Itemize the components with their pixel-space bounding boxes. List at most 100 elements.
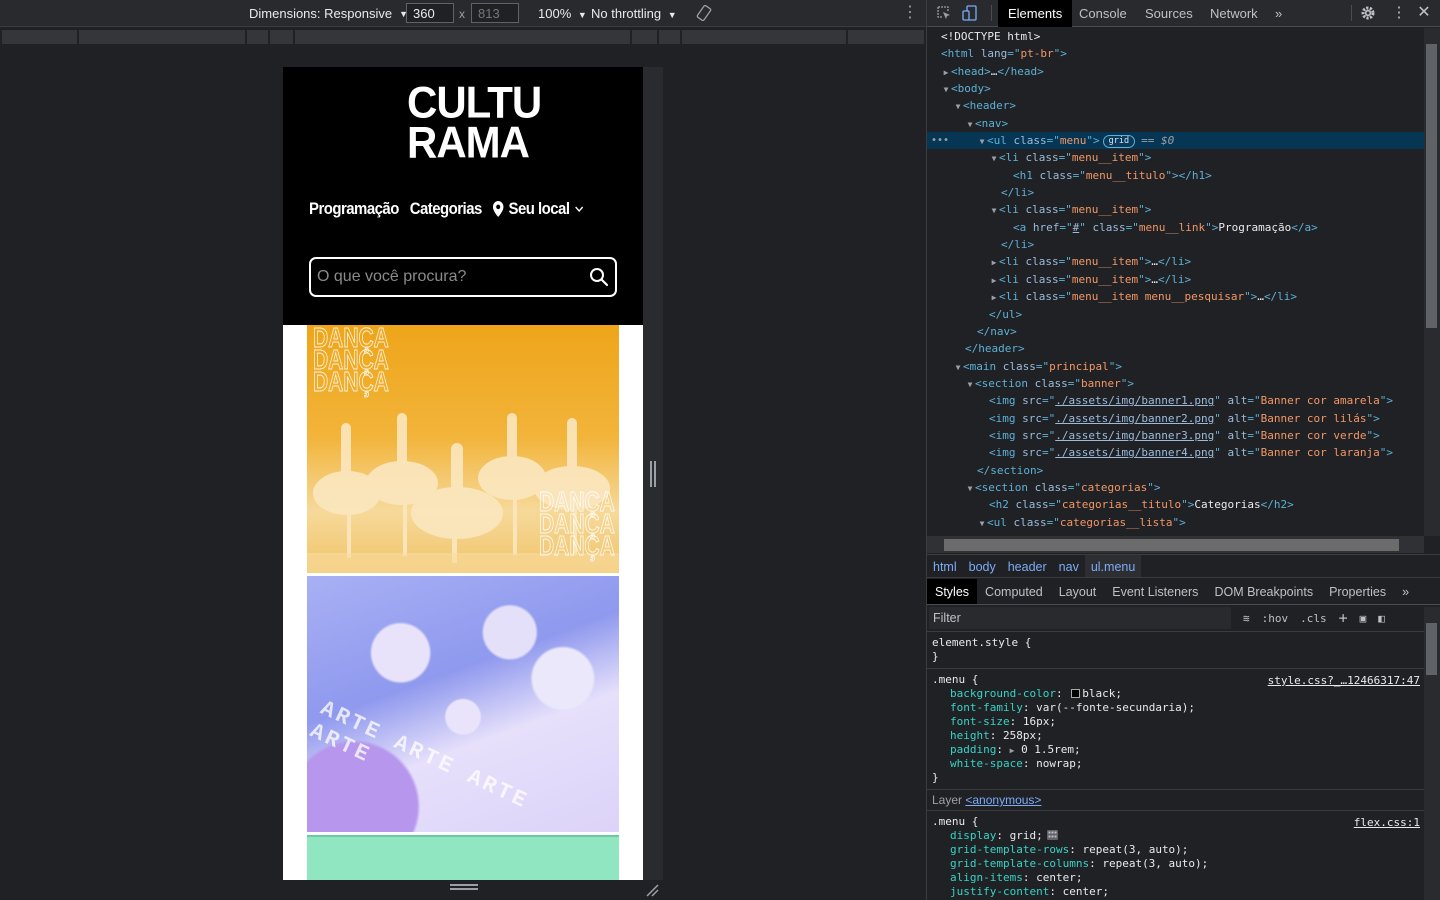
search-input[interactable] (317, 268, 589, 286)
rule-source-link[interactable]: style.css?_…12466317:47 (1268, 674, 1420, 687)
expand-arrow-icon[interactable]: ▶ (989, 272, 999, 289)
subtab-computed[interactable]: Computed (977, 579, 1051, 604)
css-property[interactable]: align-items: center; (932, 871, 1419, 885)
dom-node-section-banner[interactable]: ▼ <section class="banner"> (927, 375, 1424, 392)
width-input[interactable] (406, 3, 454, 23)
media-query-segment[interactable] (295, 30, 630, 44)
dom-tree-horizontal-scrollbar[interactable] (927, 536, 1424, 553)
collapse-arrow-icon[interactable]: ▼ (953, 98, 963, 115)
rule-source-link[interactable]: flex.css:1 (1354, 816, 1420, 829)
media-query-segment[interactable] (658, 30, 681, 44)
breadcrumb-body[interactable]: body (963, 555, 1002, 577)
dom-node-li[interactable]: ▶ <li class="menu__item">…</li> (927, 271, 1424, 288)
dimensions-dropdown[interactable]: Dimensions: Responsive ▼ (249, 6, 408, 21)
dom-node-img[interactable]: <img src="./assets/img/banner3.png" alt=… (927, 427, 1424, 444)
menu-link-programacao[interactable]: Programação (309, 199, 399, 219)
expand-arrow-icon[interactable]: ▶ (1010, 746, 1015, 755)
menu-link-categorias[interactable]: Categorias (410, 199, 483, 219)
resize-handle-right[interactable] (650, 461, 656, 487)
paint-bucket-icon[interactable]: ▣ (1360, 612, 1367, 625)
media-query-segment[interactable] (246, 30, 269, 44)
settings-gear-icon[interactable] (1360, 5, 1376, 21)
collapse-arrow-icon[interactable]: ▼ (941, 81, 951, 98)
dom-node-main[interactable]: ▼ <main class="principal"> (927, 358, 1424, 375)
dom-node-head[interactable]: ▶ <head>…</head> (927, 63, 1424, 80)
media-query-segment[interactable] (270, 30, 294, 44)
dom-node-li[interactable]: ▼ <li class="menu__item"> (927, 201, 1424, 218)
throttling-dropdown[interactable]: No throttling ▼ (591, 6, 677, 21)
element-style-rule[interactable]: element.style { } (927, 632, 1424, 669)
hov-toggle[interactable]: :hov (1262, 612, 1289, 625)
collapse-arrow-icon[interactable]: ▼ (977, 133, 987, 150)
dom-node-li-pesquisar[interactable]: ▶ <li class="menu__item menu__pesquisar">… (927, 288, 1424, 305)
dom-node-li[interactable]: ▼ <li class="menu__item"> (927, 149, 1424, 166)
css-property[interactable]: display: grid; (932, 829, 1419, 843)
dom-tree[interactable]: <!DOCTYPE html> <html lang="pt-br"> ▶ <he… (927, 28, 1424, 536)
media-query-bar[interactable] (0, 28, 926, 46)
resize-handle-bottom[interactable] (450, 884, 478, 892)
dom-node-nav[interactable]: ▼ <nav> (927, 115, 1424, 132)
collapse-arrow-icon[interactable]: ▼ (965, 480, 975, 497)
collapse-arrow-icon[interactable]: ▼ (953, 359, 963, 376)
breadcrumb-header[interactable]: header (1002, 555, 1053, 577)
dom-node-body[interactable]: ▼ <body> (927, 80, 1424, 97)
breadcrumb-ul-menu[interactable]: ul.menu (1084, 555, 1142, 577)
subtab-styles[interactable]: Styles (927, 579, 978, 604)
expand-arrow-icon[interactable]: ▶ (989, 289, 999, 306)
tab-console[interactable]: Console (1069, 0, 1137, 27)
media-query-segment[interactable] (79, 30, 245, 44)
css-property[interactable]: height: 258px; (932, 729, 1419, 743)
layer-link[interactable]: <anonymous> (965, 793, 1041, 807)
dom-node-ul-categorias[interactable]: ▼ <ul class="categorias__lista"> (927, 514, 1424, 531)
dom-node-img[interactable]: <img src="./assets/img/banner2.png" alt=… (927, 410, 1424, 427)
grid-badge[interactable]: grid (1102, 134, 1136, 148)
dom-node-li-close[interactable]: </li> (927, 236, 1424, 253)
toggle-visibility-icon[interactable]: ≋ (1243, 612, 1250, 625)
search-icon[interactable] (589, 267, 609, 287)
dom-node-doctype[interactable]: <!DOCTYPE html> (927, 28, 1424, 45)
expand-arrow-icon[interactable]: ▶ (989, 254, 999, 271)
more-subtabs-button[interactable]: » (1394, 579, 1417, 604)
color-swatch[interactable] (1071, 689, 1081, 698)
breadcrumb-nav[interactable]: nav (1053, 555, 1085, 577)
new-style-rule-icon[interactable]: + (1339, 609, 1348, 627)
toggle-sidebar-icon[interactable]: ◧ (1378, 612, 1385, 625)
more-options-icon[interactable]: ⋮ (902, 5, 918, 21)
dom-node-ul-close[interactable]: </ul> (927, 306, 1424, 323)
subtab-layout[interactable]: Layout (1051, 579, 1105, 604)
css-rule-menu-flex[interactable]: .menu { flex.css:1 display: grid; grid-t… (927, 811, 1424, 900)
device-toolbar-icon[interactable] (962, 5, 978, 21)
dom-tree-vertical-scrollbar[interactable] (1424, 28, 1440, 536)
node-actions-icon[interactable]: ••• (931, 132, 949, 149)
expand-arrow-icon[interactable]: ▶ (941, 64, 951, 81)
tab-elements[interactable]: Elements (998, 0, 1073, 27)
tab-sources[interactable]: Sources (1135, 0, 1203, 27)
dom-node-header[interactable]: ▼ <header> (927, 97, 1424, 114)
subtab-properties[interactable]: Properties (1321, 579, 1394, 604)
inspect-element-icon[interactable] (936, 5, 952, 21)
dom-node-li[interactable]: ▶ <li class="menu__item">…</li> (927, 253, 1424, 270)
media-query-segment[interactable] (682, 30, 847, 44)
collapse-arrow-icon[interactable]: ▼ (965, 376, 975, 393)
dom-node-img[interactable]: <img src="./assets/img/banner4.png" alt=… (927, 444, 1424, 461)
styles-vertical-scrollbar[interactable] (1424, 607, 1440, 900)
collapse-arrow-icon[interactable]: ▼ (989, 202, 999, 219)
css-property[interactable]: background-color: black; (932, 687, 1419, 701)
cls-toggle[interactable]: .cls (1300, 612, 1327, 625)
dom-node-h1[interactable]: <h1 class="menu__titulo"></h1> (927, 167, 1424, 184)
css-property[interactable]: font-family: var(--fonte-secundaria); (932, 701, 1419, 715)
dom-node-header-close[interactable]: </header> (927, 340, 1424, 357)
collapse-arrow-icon[interactable]: ▼ (965, 116, 975, 133)
menu-local-dropdown[interactable]: Seu local (492, 199, 584, 219)
tab-network[interactable]: Network (1200, 0, 1268, 27)
css-property[interactable]: font-size: 16px; (932, 715, 1419, 729)
dom-node-h2[interactable]: <h2 class="categorias__titulo">Categoria… (927, 496, 1424, 513)
css-property[interactable]: grid-template-columns: repeat(3, auto); (932, 857, 1419, 871)
css-property[interactable]: white-space: nowrap; (932, 757, 1419, 771)
customize-menu-icon[interactable]: ⋮ (1391, 5, 1407, 21)
subtab-dom-breakpoints[interactable]: DOM Breakpoints (1206, 579, 1321, 604)
resize-handle-corner[interactable] (645, 883, 659, 897)
height-input[interactable] (471, 3, 519, 23)
rotate-icon[interactable] (696, 5, 712, 21)
dom-node-section-close[interactable]: </section> (927, 462, 1424, 479)
